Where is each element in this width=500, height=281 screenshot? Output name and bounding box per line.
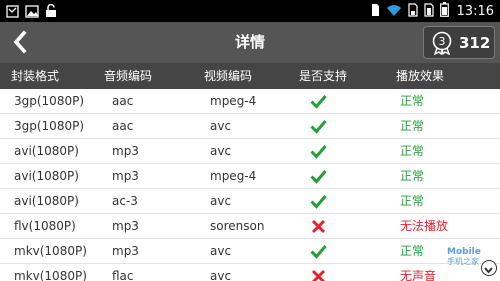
column-header-supported: 是否支持 (299, 69, 348, 83)
check-icon (310, 144, 327, 159)
clock: 13:16 (456, 4, 494, 19)
format-cell: flv(1080P) (14, 219, 76, 233)
format-cell: avi(1080P) (14, 144, 79, 158)
score-badge[interactable]: 3 312 (423, 26, 495, 59)
audio-cell: mp3 (112, 144, 139, 158)
column-header-effect: 播放效果 (396, 69, 445, 83)
format-cell: mkv(1080P) (14, 269, 87, 281)
table-row[interactable]: 3gp(1080P) aac mpeg-4 正常 (0, 89, 500, 114)
table-header: 封装格式 音频编码 视频编码 是否支持 播放效果 (0, 63, 500, 89)
score-count: 312 (459, 33, 491, 52)
image-icon (25, 3, 39, 22)
column-header-format: 封装格式 (11, 69, 60, 83)
check-icon (310, 244, 327, 259)
table-row[interactable]: avi(1080P) mp3 mpeg-4 正常 (0, 164, 500, 189)
audio-cell: flac (112, 269, 134, 281)
column-header-audio: 音频编码 (104, 69, 153, 83)
table-row[interactable]: mkv(1080P) flac avc 无声音 (0, 264, 500, 281)
table-row[interactable]: 3gp(1080P) aac avc 正常 (0, 114, 500, 139)
audio-cell: aac (112, 94, 134, 108)
video-cell: avc (210, 269, 232, 281)
effect-cell: 无法播放 (400, 219, 449, 233)
format-cell: mkv(1080P) (14, 244, 87, 258)
audio-cell: mp3 (112, 219, 139, 233)
cross-icon (311, 219, 326, 234)
watermark-sub: 手机之家 (447, 257, 479, 266)
watermark-brand: Mobile (447, 247, 481, 257)
video-cell: avc (210, 244, 232, 258)
table-row[interactable]: avi(1080P) mp3 avc 正常 (0, 139, 500, 164)
lock-open-icon (45, 3, 57, 22)
chevron-down-icon (484, 267, 493, 274)
video-cell: avc (210, 194, 232, 208)
effect-cell: 正常 (400, 194, 425, 208)
check-icon (310, 194, 327, 209)
audio-cell: aac (112, 119, 134, 133)
notification-icon (6, 3, 19, 22)
battery-icon (439, 2, 449, 21)
audio-cell: mp3 (112, 244, 139, 258)
effect-cell: 正常 (400, 169, 425, 183)
video-cell: mpeg-4 (210, 94, 257, 108)
table-row[interactable]: mkv(1080P) mp3 avc 正常 (0, 239, 500, 264)
table-row[interactable]: avi(1080P) ac-3 avc 正常 (0, 189, 500, 214)
check-icon (310, 169, 327, 184)
medal-icon: 3 (432, 31, 452, 55)
watermark-logo: Mobile 手机之家 (447, 248, 481, 270)
check-icon (310, 119, 327, 134)
title-bar: 详情 3 312 (0, 22, 500, 63)
format-cell: 3gp(1080P) (14, 119, 85, 133)
audio-cell: ac-3 (112, 194, 138, 208)
effect-cell: 正常 (400, 94, 425, 108)
video-cell: avc (210, 119, 232, 133)
wifi-icon (386, 2, 402, 21)
effect-cell: 无声音 (400, 269, 437, 281)
check-icon (310, 94, 327, 109)
format-cell: avi(1080P) (14, 169, 79, 183)
video-cell: sorenson (210, 219, 265, 233)
scroll-down-button[interactable] (481, 260, 497, 276)
format-cell: 3gp(1080P) (14, 94, 85, 108)
column-header-video: 视频编码 (204, 69, 253, 83)
table-row[interactable]: flv(1080P) mp3 sorenson 无法播放 (0, 214, 500, 239)
audio-cell: mp3 (112, 169, 139, 183)
sim-icon (371, 2, 380, 21)
effect-cell: 正常 (400, 144, 425, 158)
cross-icon (311, 269, 326, 281)
video-cell: mpeg-4 (210, 169, 257, 183)
status-bar: 13:16 (0, 0, 500, 22)
format-cell: avi(1080P) (14, 194, 79, 208)
sd-card-icon (407, 2, 418, 21)
effect-cell: 正常 (400, 119, 425, 133)
effect-cell: 正常 (400, 244, 425, 258)
badge-number: 3 (439, 35, 446, 48)
video-cell: avc (210, 144, 232, 158)
signal-icon (423, 2, 434, 21)
